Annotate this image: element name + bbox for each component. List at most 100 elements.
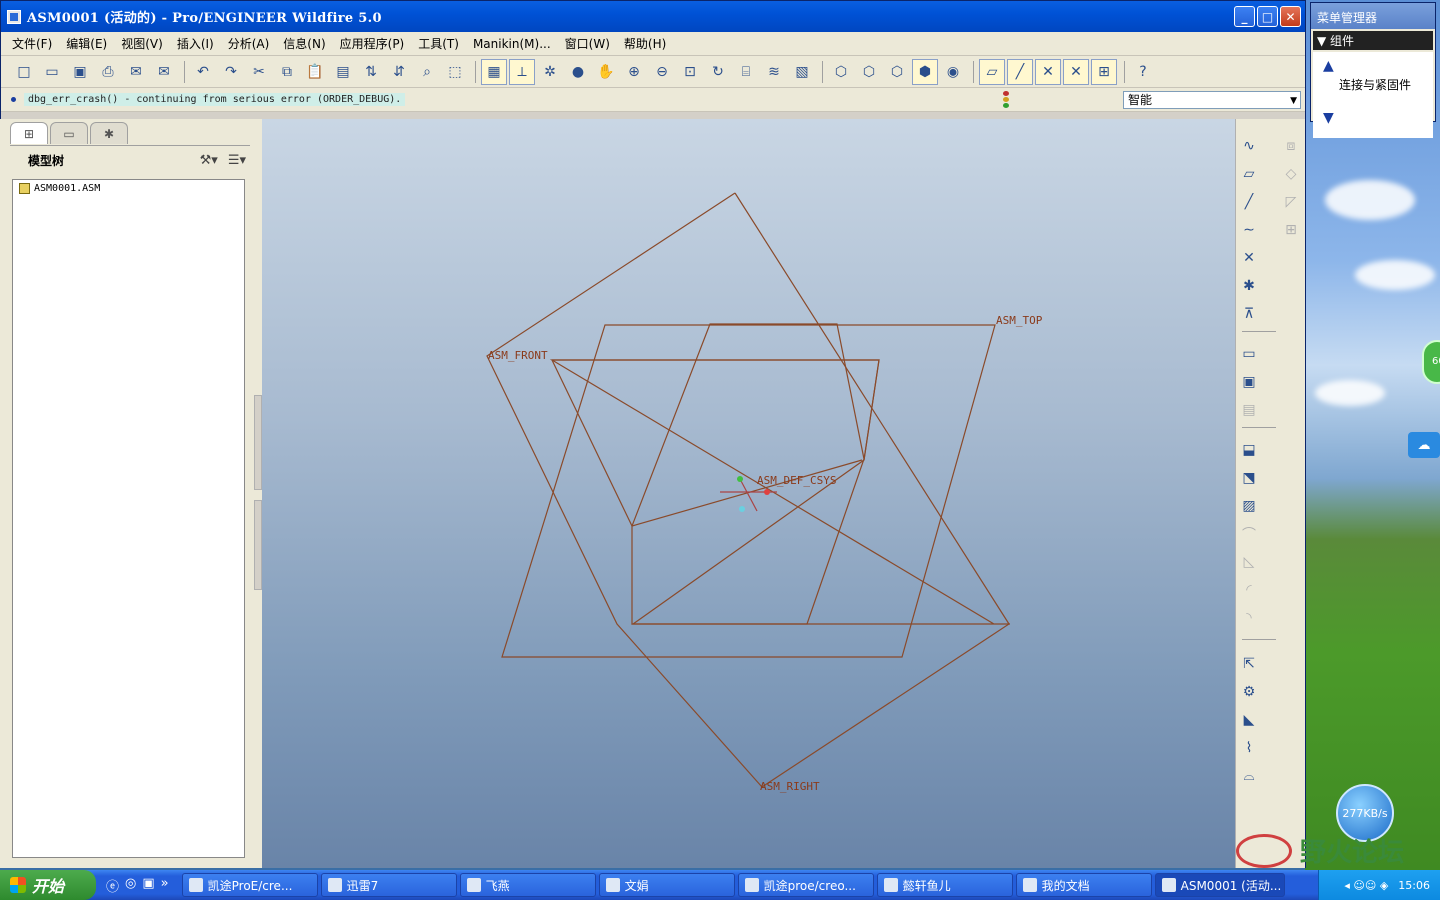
redo-icon[interactable]: ↷ bbox=[218, 59, 244, 85]
cloud-icon[interactable]: ☁ bbox=[1408, 432, 1440, 458]
datum-label-right[interactable]: ASM_RIGHT bbox=[760, 780, 820, 793]
curve-icon[interactable]: ∼ bbox=[1238, 219, 1260, 241]
shaded-icon[interactable]: ⬢ bbox=[912, 58, 938, 85]
datum-plane-icon[interactable]: ▱ bbox=[1238, 163, 1260, 185]
layers-icon[interactable]: ≋ bbox=[761, 59, 787, 85]
datum-axis-icon[interactable]: ╱ bbox=[1238, 191, 1260, 213]
tree-item-asm0001[interactable]: ASM0001.ASM bbox=[13, 180, 244, 197]
menu-window[interactable]: 窗口(W) bbox=[558, 35, 617, 52]
tree-columns-icon[interactable]: ☰▾ bbox=[228, 153, 246, 168]
analysis-icon[interactable]: ⊼ bbox=[1238, 303, 1260, 325]
annotation-feature-icon[interactable]: ⌓ bbox=[1238, 765, 1260, 787]
navigator-splitter-bottom[interactable] bbox=[254, 500, 262, 590]
task-kaitu-proe-1[interactable]: 凯途ProE/cre... bbox=[181, 873, 318, 897]
paste-special-icon[interactable]: ▤ bbox=[330, 59, 356, 85]
menu-file[interactable]: 文件(F) bbox=[5, 35, 59, 52]
csys-tag-icon[interactable]: ✕ bbox=[1063, 58, 1089, 85]
scroll-down-icon[interactable]: ▼ bbox=[1323, 110, 1334, 126]
menu-item-connect-fasteners[interactable]: 连接与紧固件 bbox=[1339, 76, 1411, 93]
csys-icon[interactable]: ✱ bbox=[1238, 275, 1260, 297]
sketch-icon[interactable]: ∿ bbox=[1238, 135, 1260, 157]
point-display-icon[interactable]: ✲ bbox=[537, 59, 563, 85]
surface-icon[interactable]: ⌇ bbox=[1238, 737, 1260, 759]
tab-model-tree[interactable]: ⊞ bbox=[10, 122, 48, 144]
zoom-in-icon[interactable]: ⊕ bbox=[621, 59, 647, 85]
menu-info[interactable]: 信息(N) bbox=[276, 35, 332, 52]
menu-tools[interactable]: 工具(T) bbox=[411, 35, 466, 52]
scroll-up-icon[interactable]: ▲ bbox=[1323, 58, 1334, 74]
annotation-icon[interactable]: ⊞ bbox=[1091, 58, 1117, 85]
regen-manager-icon[interactable]: ⇵ bbox=[386, 59, 412, 85]
saved-views-icon[interactable]: ⌸ bbox=[733, 59, 759, 85]
datum-plane-tag-icon[interactable]: ▱ bbox=[979, 58, 1005, 85]
hidden-line-icon[interactable]: ⬡ bbox=[856, 59, 882, 85]
copy-icon[interactable]: ⧉ bbox=[274, 59, 300, 85]
menu-applications[interactable]: 应用程序(P) bbox=[333, 35, 412, 52]
revolve-icon[interactable]: ⬔ bbox=[1238, 467, 1260, 489]
task-feiyan[interactable]: 飞燕 bbox=[459, 873, 596, 897]
wireframe-icon[interactable]: ⬡ bbox=[828, 59, 854, 85]
assemble-icon[interactable]: ▭ bbox=[1238, 343, 1260, 365]
plane-display-icon[interactable]: ▦ bbox=[481, 58, 507, 85]
menu-manikin[interactable]: Manikin(M)... bbox=[466, 37, 558, 51]
menu-insert[interactable]: 插入(I) bbox=[170, 35, 221, 52]
datum-label-csys[interactable]: ASM_DEF_CSYS bbox=[757, 474, 836, 487]
graphics-window[interactable]: ASM_FRONT ASM_TOP ASM_RIGHT ASM_DEF_CSYS bbox=[262, 119, 1235, 868]
context-help-icon[interactable]: ? bbox=[1130, 59, 1156, 85]
create-component-icon[interactable]: ▣ bbox=[1238, 371, 1260, 393]
new-file-icon[interactable]: □ bbox=[11, 59, 37, 85]
menu-help[interactable]: 帮助(H) bbox=[617, 35, 673, 52]
draft-icon[interactable]: ◣ bbox=[1238, 709, 1260, 731]
selection-filter-select[interactable]: 智能 ▼ bbox=[1123, 91, 1301, 109]
open-folder-icon[interactable]: ▭ bbox=[39, 59, 65, 85]
messenger-icon[interactable]: ◎ bbox=[125, 876, 136, 895]
datum-point-tag-icon[interactable]: ✕ bbox=[1035, 58, 1061, 85]
mail-link-icon[interactable]: ✉ bbox=[151, 59, 177, 85]
enhanced-realism-icon[interactable]: ◉ bbox=[940, 59, 966, 85]
task-my-documents[interactable]: 我的文档 bbox=[1015, 873, 1152, 897]
minimize-button[interactable]: _ bbox=[1234, 6, 1255, 27]
datum-label-front[interactable]: ASM_FRONT bbox=[488, 349, 548, 362]
task-wenjuan[interactable]: 文娟 bbox=[598, 873, 735, 897]
undo-icon[interactable]: ↶ bbox=[190, 59, 216, 85]
regenerate-icon[interactable]: ⇅ bbox=[358, 59, 384, 85]
datum-point-icon[interactable]: ✕ bbox=[1238, 247, 1260, 269]
tree-settings-icon[interactable]: ⚒▾ bbox=[200, 153, 218, 168]
tab-folder-browser[interactable]: ▭ bbox=[50, 122, 88, 144]
task-kaitu-proe-2[interactable]: 凯途proe/creo... bbox=[737, 873, 874, 897]
task-xunlei[interactable]: 迅雷7 bbox=[320, 873, 457, 897]
start-button[interactable]: 开始 bbox=[0, 870, 96, 900]
close-button[interactable]: ✕ bbox=[1280, 6, 1301, 27]
more-icon[interactable]: » bbox=[161, 876, 169, 895]
tray-icons[interactable]: ◂ ☺☺ ◈ bbox=[1344, 879, 1388, 892]
explode-icon[interactable]: ⚙ bbox=[1238, 681, 1260, 703]
desktop-icon[interactable]: ▣ bbox=[142, 876, 154, 895]
task-asm0001[interactable]: ASM0001 (活动... bbox=[1154, 873, 1285, 897]
paste-icon[interactable]: 📋 bbox=[302, 59, 328, 85]
ie-icon[interactable]: ⓔ bbox=[106, 876, 119, 895]
find-icon[interactable]: ⌕ bbox=[414, 59, 440, 85]
navigator-splitter-top[interactable] bbox=[254, 395, 262, 490]
tab-favorites[interactable]: ✱ bbox=[90, 122, 128, 144]
reorient-icon[interactable]: ↻ bbox=[705, 59, 731, 85]
no-hidden-icon[interactable]: ⬡ bbox=[884, 59, 910, 85]
refit-icon[interactable]: ⊡ bbox=[677, 59, 703, 85]
menu-view[interactable]: 视图(V) bbox=[114, 35, 170, 52]
move-icon[interactable]: ⇱ bbox=[1238, 653, 1260, 675]
save-icon[interactable]: ▣ bbox=[67, 59, 93, 85]
print-icon[interactable]: ⎙ bbox=[95, 59, 121, 85]
maximize-button[interactable]: □ bbox=[1257, 6, 1278, 27]
traffic-light-icon[interactable] bbox=[1001, 91, 1011, 109]
extrude-icon[interactable]: ⬓ bbox=[1238, 439, 1260, 461]
cut-icon[interactable]: ✂ bbox=[246, 59, 272, 85]
menu-edit[interactable]: 编辑(E) bbox=[59, 35, 114, 52]
axis-display-icon[interactable]: ⟂ bbox=[509, 58, 535, 85]
datum-axis-tag-icon[interactable]: ╱ bbox=[1007, 58, 1033, 85]
hole-icon[interactable]: ▨ bbox=[1238, 495, 1260, 517]
task-yixuan[interactable]: 懿轩鱼儿 bbox=[876, 873, 1013, 897]
pan-icon[interactable]: ✋ bbox=[593, 59, 619, 85]
menu-analysis[interactable]: 分析(A) bbox=[221, 35, 277, 52]
send-mail-icon[interactable]: ✉ bbox=[123, 59, 149, 85]
side-badge[interactable]: 60 bbox=[1422, 340, 1440, 384]
select-box-icon[interactable]: ⬚ bbox=[442, 59, 468, 85]
